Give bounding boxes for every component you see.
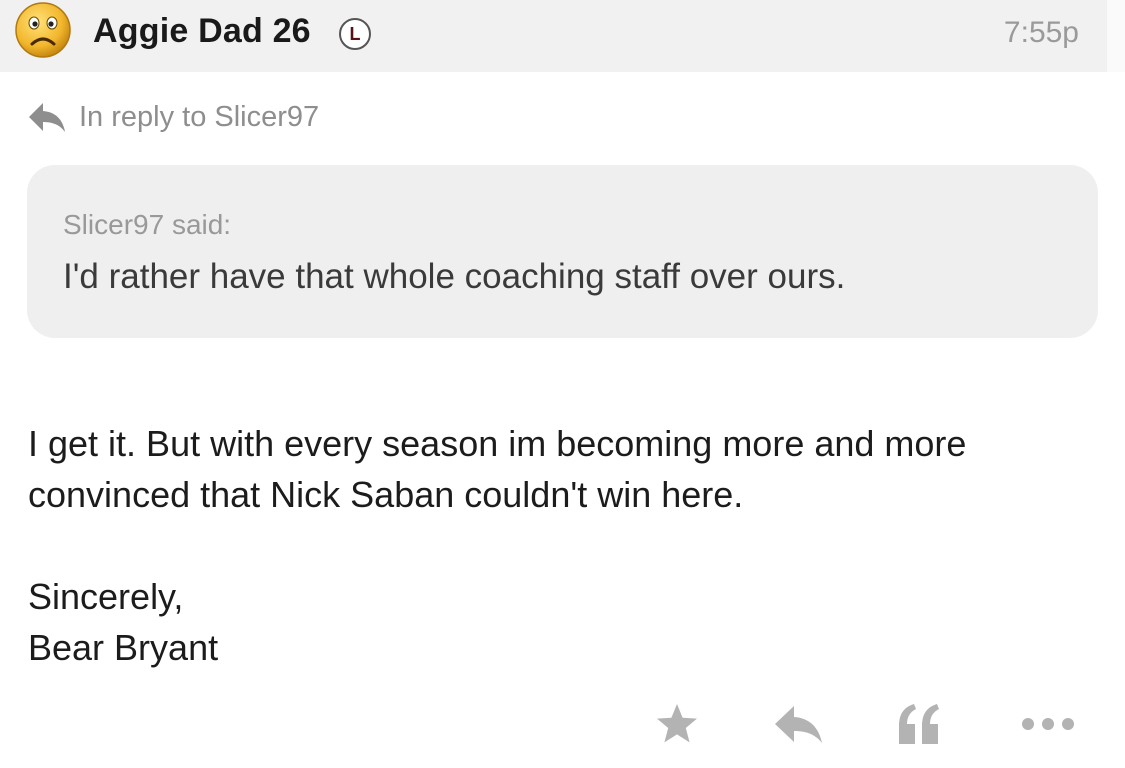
ellipsis-icon — [1022, 718, 1074, 730]
quote-author[interactable]: Slicer97 said: — [63, 209, 231, 241]
header-edge — [1107, 0, 1125, 72]
post-header: Aggie Dad 26 L 7:55p — [0, 0, 1107, 72]
post-body: I get it. But with every season im becom… — [28, 418, 1108, 673]
star-button[interactable] — [652, 700, 702, 748]
body-line: I get it. But with every season im becom… — [28, 423, 967, 464]
reply-arrow-icon — [775, 706, 822, 743]
reply-button[interactable] — [770, 700, 826, 748]
in-reply-to-link[interactable]: In reply to Slicer97 — [27, 97, 319, 137]
quote-button[interactable] — [893, 700, 945, 748]
star-icon — [657, 704, 697, 743]
quote-block: Slicer97 said: I'd rather have that whol… — [27, 165, 1098, 338]
signature: Bear Bryant — [28, 627, 219, 668]
body-line: convinced that Nick Saban couldn't win h… — [28, 474, 744, 515]
quote-icon — [899, 704, 939, 744]
more-button[interactable] — [1018, 700, 1078, 748]
quote-text: I'd rather have that whole coaching staf… — [63, 257, 846, 296]
signoff: Sincerely, — [28, 576, 184, 617]
post-actions — [0, 700, 1125, 750]
post-timestamp: 7:55p — [1003, 16, 1079, 49]
reply-arrow-icon — [27, 99, 67, 135]
username[interactable]: Aggie Dad 26 — [93, 12, 311, 51]
user-badge: L — [339, 18, 371, 50]
in-reply-to-text: In reply to Slicer97 — [79, 100, 320, 133]
frowning-face-icon[interactable] — [14, 1, 72, 59]
